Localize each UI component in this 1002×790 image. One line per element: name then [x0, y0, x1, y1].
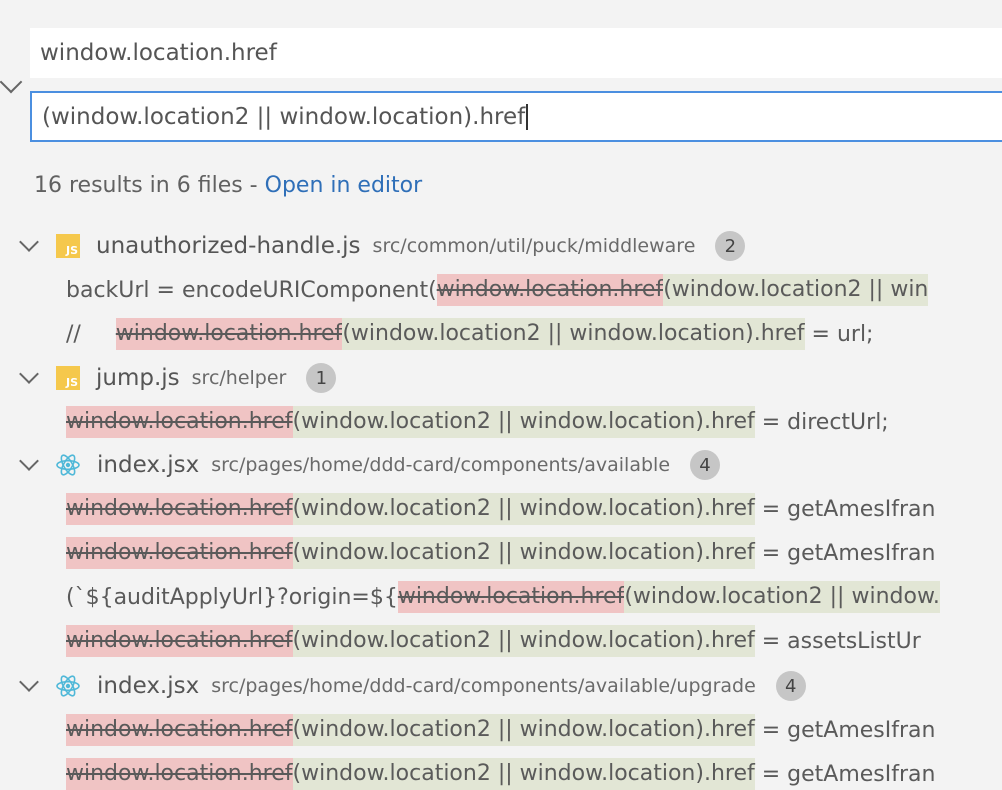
file-row[interactable]: JS jump.js src/helper 1 — [0, 356, 337, 400]
match-suffix: = directUrl; — [754, 409, 889, 435]
file-path: src/helper — [191, 367, 287, 389]
file-path: src/common/util/puck/middleware — [372, 235, 696, 257]
match-count-badge: 4 — [775, 671, 806, 701]
match-suffix: = getAmesIfran — [754, 717, 936, 743]
js-file-icon: JS — [56, 366, 80, 390]
match-suffix: = getAmesIfran — [754, 761, 936, 787]
match-prefix: // — [66, 321, 116, 347]
removed-text: window.location.href — [66, 625, 293, 657]
search-input-value: window.location.href — [40, 40, 277, 66]
match-line[interactable]: window.location.href (window.location2 ||… — [66, 493, 1002, 525]
inserted-text: (window.location2 || window.location).hr… — [292, 625, 755, 657]
removed-text: window.location.href — [66, 493, 293, 525]
results-count: 16 results in 6 files - — [34, 173, 265, 198]
file-name: index.jsx — [97, 673, 200, 699]
match-suffix: = url; — [804, 321, 874, 347]
file-path: src/pages/home/ddd-card/components/avail… — [211, 454, 671, 476]
inserted-text: (window.location2 || window.location).hr… — [292, 406, 755, 438]
match-line[interactable]: window.location.href (window.location2 ||… — [66, 537, 1002, 569]
match-suffix: = assetsListUr — [754, 628, 921, 654]
match-count-badge: 2 — [715, 231, 746, 261]
file-row[interactable]: index.jsx src/pages/home/ddd-card/compone… — [0, 664, 806, 708]
react-icon — [55, 673, 81, 699]
removed-text: window.location.href — [436, 274, 664, 306]
match-count-badge: 4 — [690, 450, 721, 480]
match-suffix: = getAmesIfran — [754, 496, 936, 522]
replace-input[interactable]: (window.location2 || window.location).hr… — [30, 91, 1002, 142]
removed-text: window.location.href — [397, 581, 625, 613]
removed-text: window.location.href — [66, 714, 293, 746]
file-name: unauthorized-handle.js — [96, 233, 361, 259]
react-icon — [55, 452, 81, 478]
inserted-text: (window.location2 || win — [663, 274, 929, 306]
file-row[interactable]: index.jsx src/pages/home/ddd-card/compone… — [0, 443, 721, 487]
text-cursor — [526, 103, 529, 130]
chevron-down-icon[interactable] — [19, 364, 39, 384]
match-prefix: backUrl = encodeURIComponent( — [66, 277, 437, 303]
match-line[interactable]: window.location.href (window.location2 ||… — [66, 714, 1002, 746]
match-line[interactable]: window.location.href (window.location2 ||… — [66, 758, 1002, 790]
open-in-editor-link[interactable]: Open in editor — [265, 173, 423, 198]
match-line[interactable]: window.location.href (window.location2 ||… — [66, 625, 1002, 657]
match-count-badge: 1 — [306, 363, 337, 393]
chevron-down-icon[interactable] — [19, 232, 39, 252]
inserted-text: (window.location2 || window.location).hr… — [292, 714, 755, 746]
match-line[interactable]: window.location.href (window.location2 ||… — [66, 406, 1002, 438]
inserted-text: (window.location2 || window.location).hr… — [292, 537, 755, 569]
inserted-text: (window.location2 || window. — [624, 581, 940, 613]
removed-text: window.location.href — [66, 406, 293, 438]
match-line[interactable]: backUrl = encodeURIComponent(window.loca… — [66, 274, 1002, 306]
inserted-text: (window.location2 || window.location).hr… — [342, 318, 805, 350]
file-name: index.jsx — [97, 452, 200, 478]
removed-text: window.location.href — [115, 318, 343, 350]
js-file-icon: JS — [56, 234, 80, 258]
file-row[interactable]: JS unauthorized-handle.js src/common/util/… — [0, 224, 746, 268]
removed-text: window.location.href — [66, 758, 293, 790]
inserted-text: (window.location2 || window.location).hr… — [292, 758, 755, 790]
file-name: jump.js — [96, 365, 180, 391]
file-path: src/pages/home/ddd-card/components/avail… — [211, 675, 756, 697]
search-input[interactable]: window.location.href — [30, 28, 1002, 78]
chevron-down-icon[interactable] — [19, 672, 39, 692]
toggle-replace-chevron-icon[interactable] — [0, 70, 23, 94]
chevron-down-icon[interactable] — [19, 451, 39, 471]
removed-text: window.location.href — [66, 537, 293, 569]
inserted-text: (window.location2 || window.location).hr… — [292, 493, 755, 525]
replace-input-value: (window.location2 || window.location).hr… — [42, 103, 526, 130]
match-prefix: (`${auditApplyUrl}?origin=${ — [66, 584, 398, 610]
results-summary: 16 results in 6 files - Open in editor — [34, 173, 422, 198]
match-suffix: = getAmesIfran — [754, 540, 936, 566]
match-line[interactable]: (`${auditApplyUrl}?origin=${window.locat… — [66, 581, 1002, 613]
match-line[interactable]: // window.location.href (window.location2… — [66, 318, 1002, 350]
